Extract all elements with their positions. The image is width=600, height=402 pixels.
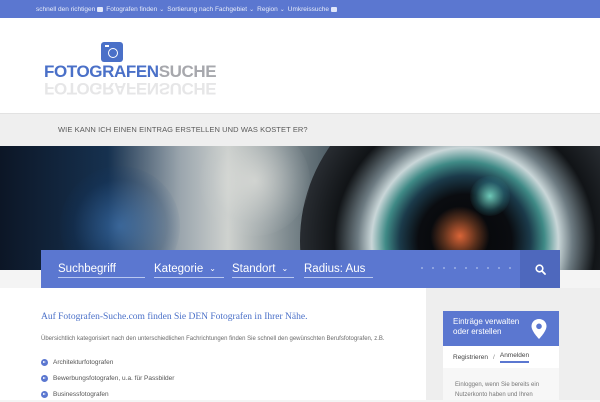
faq-link-bar: WIE KANN ICH EINEN EINTRAG ERSTELLEN UND… bbox=[0, 113, 600, 146]
arrow-bullet-icon bbox=[41, 390, 48, 398]
tab-register[interactable]: Registrieren bbox=[453, 354, 488, 361]
account-widget-body: Einloggen, wenn Sie bereits ein Nutzerko… bbox=[443, 368, 559, 400]
nav-item-label: Fotografen finden bbox=[106, 5, 158, 13]
widget-body-line: Einloggen, wenn Sie bereits ein bbox=[455, 382, 540, 388]
camera-icon bbox=[97, 6, 104, 12]
nav-item-quick-find[interactable]: schnell den richtigen bbox=[36, 5, 104, 13]
list-item[interactable]: Architekturfotografen bbox=[41, 354, 174, 370]
list-item[interactable]: Bewerbungsfotografen, u.a. für Passbilde… bbox=[41, 370, 174, 386]
nav-item-label: Region bbox=[257, 5, 278, 13]
keyword-search-input[interactable]: Suchbegriff bbox=[58, 260, 145, 278]
top-navigation-bar: schnell den richtigen Fotografen finden … bbox=[0, 0, 600, 18]
map-pin-icon bbox=[531, 319, 547, 339]
camera-logo-icon bbox=[101, 42, 123, 62]
search-icon bbox=[534, 263, 546, 275]
chevron-down-icon: ⌄ bbox=[209, 264, 216, 273]
radius-select-label: Radius: Aus bbox=[304, 262, 366, 275]
chevron-down-icon: ⌄ bbox=[279, 6, 285, 13]
category-list: Architekturfotografen Bewerbungsfotograf… bbox=[41, 354, 174, 402]
tab-login[interactable]: Anmelden bbox=[499, 352, 530, 363]
chevron-down-icon: ⌄ bbox=[249, 6, 255, 13]
chevron-down-icon: ⌄ bbox=[281, 264, 289, 273]
location-select[interactable]: Standort ⌄ bbox=[232, 260, 294, 278]
arrow-bullet-icon bbox=[41, 374, 48, 382]
search-button[interactable] bbox=[520, 250, 560, 288]
nav-item-radius-search[interactable]: Umkreissuche bbox=[288, 6, 337, 13]
logo-reflection: FOTOGRAFENSUCHE bbox=[44, 79, 217, 98]
faq-link[interactable]: WIE KANN ICH EINEN EINTRAG ERSTELLEN UND… bbox=[58, 125, 308, 134]
nav-item-label: Umkreissuche bbox=[287, 5, 329, 13]
camera-icon bbox=[330, 6, 337, 12]
widget-body-line: Nutzerkonto haben und Ihren bbox=[455, 392, 533, 398]
arrow-bullet-icon bbox=[41, 358, 48, 366]
nav-item-label: Sortierung nach Fachgebiet bbox=[167, 5, 248, 13]
nav-item-sort-by-specialty[interactable]: Sortierung nach Fachgebiet ⌄ bbox=[167, 6, 254, 13]
chevron-down-icon: ⌄ bbox=[159, 6, 165, 13]
location-select-label: Standort bbox=[232, 262, 276, 275]
category-select[interactable]: Kategorie ⌄ bbox=[154, 260, 224, 278]
nav-item-region[interactable]: Region ⌄ bbox=[257, 6, 285, 13]
search-bar: Suchbegriff Kategorie ⌄ Standort ⌄ Radiu… bbox=[41, 250, 560, 288]
site-logo[interactable]: FOTOGRAFENSUCHE FOTOGRAFENSUCHE bbox=[44, 42, 217, 104]
radius-select[interactable]: Radius: Aus bbox=[304, 260, 373, 278]
site-header: FOTOGRAFENSUCHE FOTOGRAFENSUCHE bbox=[0, 18, 600, 113]
nav-item-label: schnell den richtigen bbox=[36, 5, 96, 13]
nav-item-find-photographers[interactable]: Fotografen finden ⌄ bbox=[106, 6, 164, 13]
account-widget-header: Einträge verwalten oder erstellen bbox=[443, 311, 559, 346]
category-select-label: Kategorie bbox=[154, 262, 204, 275]
intro-text: Übersichtlich kategorisiert nach den unt… bbox=[41, 336, 385, 342]
account-tabs: Registrieren / Anmelden bbox=[443, 346, 559, 368]
page-title: Auf Fotografen-Suche.com finden Sie DEN … bbox=[41, 312, 308, 322]
tab-separator: / bbox=[493, 353, 495, 361]
